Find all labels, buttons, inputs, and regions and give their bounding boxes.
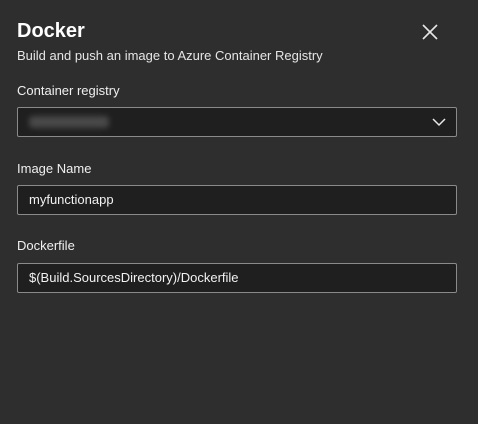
close-icon [422, 24, 438, 40]
image-name-input[interactable]: myfunctionapp [17, 185, 457, 215]
dialog-subtitle: Build and push an image to Azure Contain… [17, 48, 323, 63]
dialog-title: Docker [17, 20, 85, 42]
container-registry-label: Container registry [17, 83, 120, 98]
container-registry-dropdown[interactable] [17, 107, 457, 137]
dockerfile-label: Dockerfile [17, 238, 75, 253]
container-registry-value [29, 116, 109, 128]
chevron-down-icon [432, 118, 446, 127]
image-name-label: Image Name [17, 161, 92, 176]
docker-task-panel: Docker Build and push an image to Azure … [0, 0, 478, 424]
dockerfile-input[interactable]: $(Build.SourcesDirectory)/Dockerfile [17, 263, 457, 293]
close-button[interactable] [418, 20, 442, 44]
